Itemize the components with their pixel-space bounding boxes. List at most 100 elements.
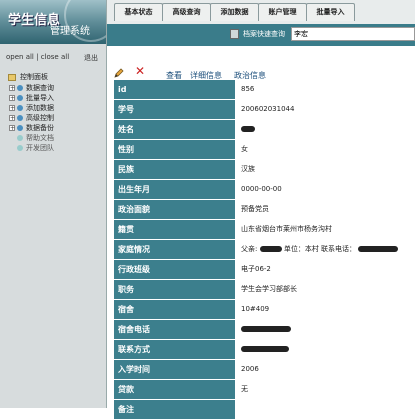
table-row: 学号 200602031044	[114, 100, 415, 120]
tree-root-label: 控制面板	[20, 73, 48, 81]
table-row: 出生年月 0000-00-00	[114, 180, 415, 200]
redaction-mark	[241, 126, 255, 132]
folder-icon	[8, 74, 16, 81]
expand-icon[interactable]: +	[9, 85, 15, 92]
field-label: 贷款	[114, 380, 235, 399]
nav-item-query[interactable]: + 数据查询	[6, 83, 104, 93]
field-value: 汉族	[241, 165, 255, 173]
expand-icon[interactable]: +	[9, 95, 15, 102]
node-icon	[17, 105, 23, 111]
app-logo: 学生信息 管理系统	[0, 0, 106, 44]
table-row: 家庭情况 父亲: 单位：本村 联系电话：	[114, 240, 415, 260]
delete-icon[interactable]: ✕	[135, 64, 145, 78]
family-extra: 单位：本村 联系电话：	[283, 245, 357, 253]
quick-search-input[interactable]	[291, 27, 415, 41]
document-icon	[230, 29, 239, 39]
table-row: 籍贯 山东省烟台市莱州市杨务沟村	[114, 220, 415, 240]
nav-item-backup[interactable]: + 数据备份	[6, 123, 104, 133]
field-label: id	[114, 80, 235, 99]
field-label: 行政班级	[114, 260, 235, 279]
field-label: 宿舍电话	[114, 320, 235, 339]
field-label: 出生年月	[114, 180, 235, 199]
node-icon	[17, 85, 23, 91]
tab-advanced-query[interactable]: 高级查询	[162, 3, 211, 21]
node-icon	[17, 125, 23, 131]
field-label: 姓名	[114, 120, 235, 139]
logout-link[interactable]: 退出	[84, 53, 98, 63]
table-row: 宿舍电话	[114, 320, 415, 340]
tree-root[interactable]: 控制面板	[6, 72, 104, 83]
expand-icon[interactable]: +	[9, 105, 15, 112]
quick-search-label: 档案快速查询	[243, 30, 285, 38]
sidebar: 学生信息 管理系统 open all | close all 退出 控制面板 +…	[0, 0, 107, 408]
nav-item-label: 帮助文档	[26, 134, 54, 142]
table-row: 民族 汉族	[114, 160, 415, 180]
field-label: 入学时间	[114, 360, 235, 379]
table-row: 政治面貌 预备党员	[114, 200, 415, 220]
app-subtitle: 管理系统	[50, 26, 90, 37]
table-row: 宿舍 10#409	[114, 300, 415, 320]
field-label: 政治面貌	[114, 200, 235, 219]
field-value: 父亲: 单位：本村 联系电话：	[235, 240, 415, 259]
table-row: 贷款 无	[114, 380, 415, 400]
field-value	[235, 320, 415, 339]
nav-tree: 控制面板 + 数据查询 + 批量导入 + 添加数据 + 高级控制 + 数据备份	[6, 72, 104, 153]
field-label: 籍贯	[114, 220, 235, 239]
nav-item-advanced[interactable]: + 高级控制	[6, 113, 104, 123]
redaction-mark	[241, 346, 289, 352]
node-icon	[17, 115, 23, 121]
field-label: 学号	[114, 100, 235, 119]
field-value	[235, 120, 415, 139]
field-value: 10#409	[241, 305, 270, 313]
nav-item-import[interactable]: + 批量导入	[6, 93, 104, 103]
tab-account[interactable]: 账户管理	[258, 3, 307, 21]
record-table: id 856 学号 200602031044 姓名 性别 女 民族 汉族 出生年…	[114, 80, 415, 420]
open-all-link[interactable]: open all	[6, 53, 34, 61]
close-all-link[interactable]: close all	[41, 53, 69, 61]
tab-basic-status[interactable]: 基本状态	[114, 3, 163, 21]
nav-item-label: 批量导入	[26, 94, 54, 102]
edit-icon[interactable]	[113, 67, 125, 79]
table-row: 联系方式	[114, 340, 415, 360]
nav-item-label: 数据查询	[26, 84, 54, 92]
page-icon	[17, 145, 23, 151]
redaction-mark	[259, 246, 282, 252]
nav-item-team[interactable]: 开发团队	[6, 143, 104, 153]
separator: |	[36, 53, 39, 61]
redaction-mark	[241, 326, 291, 332]
nav-item-add[interactable]: + 添加数据	[6, 103, 104, 113]
field-label: 宿舍	[114, 300, 235, 319]
field-value: 电子06-2	[241, 265, 271, 273]
field-label: 职务	[114, 280, 235, 299]
field-value	[235, 400, 415, 419]
nav-item-label: 数据备份	[26, 124, 54, 132]
tab-bar: 基本状态 高级查询 添加数据 账户管理 批量导入	[107, 0, 415, 25]
redaction-mark	[358, 246, 399, 252]
nav-item-help[interactable]: 帮助文档	[6, 133, 104, 143]
field-value: 0000-00-00	[241, 185, 282, 193]
expand-icon[interactable]: +	[9, 125, 15, 132]
field-value: 山东省烟台市莱州市杨务沟村	[241, 225, 332, 233]
table-row: 性别 女	[114, 140, 415, 160]
table-row: 职务 学生会学习部部长	[114, 280, 415, 300]
field-value: 2006	[241, 365, 259, 373]
family-prefix: 父亲:	[241, 245, 258, 253]
expand-icon[interactable]: +	[9, 115, 15, 122]
table-row: id 856	[114, 80, 415, 100]
table-row: 入学时间 2006	[114, 360, 415, 380]
field-label: 民族	[114, 160, 235, 179]
field-value: 女	[241, 145, 248, 153]
quick-search-bar: 档案快速查询	[107, 24, 415, 46]
tab-batch-import[interactable]: 批量导入	[306, 3, 355, 21]
field-label: 性别	[114, 140, 235, 159]
field-value	[235, 340, 415, 359]
tree-toggle-links: open all | close all	[6, 53, 69, 61]
tab-add-data[interactable]: 添加数据	[210, 3, 259, 21]
node-icon	[17, 95, 23, 101]
field-value: 200602031044	[241, 105, 295, 113]
nav-item-label: 开发团队	[26, 144, 54, 152]
table-row: 备注	[114, 400, 415, 420]
field-value: 预备党员	[241, 205, 269, 213]
page-icon	[17, 135, 23, 141]
table-row: 行政班级 电子06-2	[114, 260, 415, 280]
